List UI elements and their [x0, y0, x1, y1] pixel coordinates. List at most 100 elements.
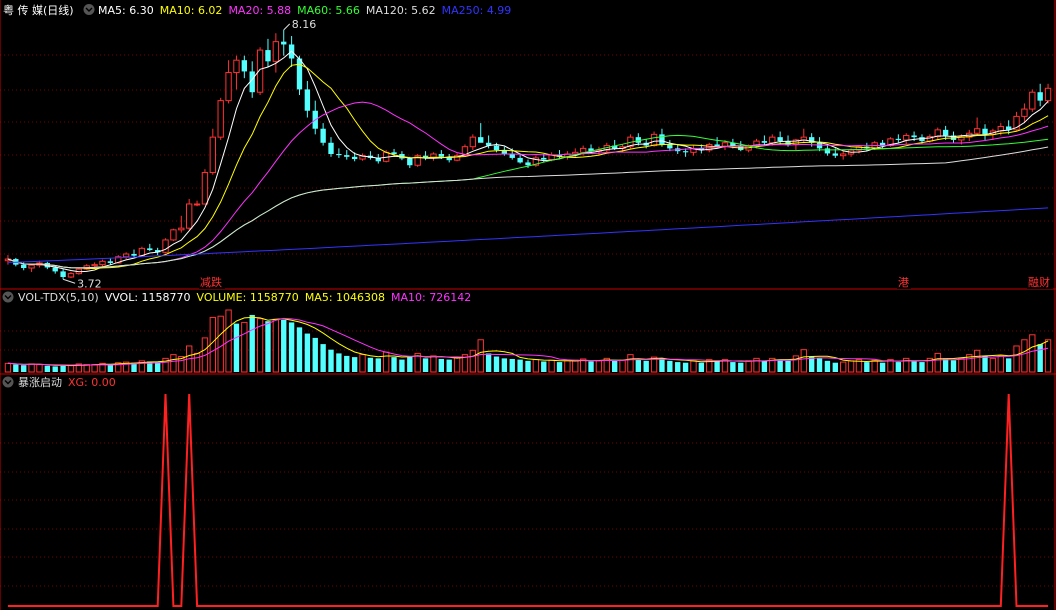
volume-bar[interactable] — [60, 365, 66, 372]
volume-bar[interactable] — [382, 351, 390, 373]
volume-bar[interactable] — [21, 365, 27, 372]
candlestick[interactable] — [532, 155, 540, 167]
candlestick[interactable] — [336, 148, 342, 158]
candlestick[interactable] — [777, 131, 783, 145]
candlestick[interactable] — [667, 139, 673, 152]
volume-bar[interactable] — [107, 364, 114, 372]
volume-bar[interactable] — [1029, 334, 1036, 373]
candlestick[interactable] — [659, 128, 665, 147]
volume-bar[interactable] — [895, 362, 902, 372]
volume-bar[interactable] — [281, 319, 287, 372]
candlestick[interactable] — [147, 243, 153, 252]
candlestick[interactable] — [312, 100, 318, 135]
candlestick[interactable] — [241, 55, 248, 79]
volume-bar[interactable] — [525, 360, 531, 372]
volume-bar[interactable] — [154, 362, 161, 372]
event-tag[interactable]: 减跌 — [199, 274, 225, 289]
candlestick[interactable] — [982, 124, 988, 140]
volume-bar[interactable] — [52, 366, 58, 372]
volume-bar[interactable] — [627, 354, 634, 373]
volume-bar[interactable] — [698, 362, 705, 372]
volume-bar[interactable] — [517, 359, 523, 372]
volume-bar[interactable] — [572, 359, 579, 373]
candlestick[interactable] — [840, 151, 847, 160]
candlestick[interactable] — [209, 128, 216, 175]
volume-bar[interactable] — [170, 354, 177, 373]
candlestick[interactable] — [761, 135, 768, 146]
volume-bar[interactable] — [619, 359, 626, 373]
event-tag[interactable]: 港 — [897, 274, 911, 289]
candlestick[interactable] — [895, 134, 902, 143]
volume-bar[interactable] — [989, 357, 997, 373]
event-tag[interactable]: 融财 — [1027, 274, 1053, 289]
candlestick[interactable] — [67, 271, 75, 279]
volume-bar[interactable] — [816, 358, 823, 372]
volume-bar[interactable] — [344, 355, 350, 372]
candlestick[interactable] — [934, 127, 941, 140]
volume-bar[interactable] — [738, 362, 744, 372]
volume-bar[interactable] — [1005, 358, 1012, 372]
candlestick[interactable] — [217, 97, 224, 140]
volume-bar[interactable] — [422, 358, 429, 372]
candlestick[interactable] — [162, 238, 169, 254]
volume-bar[interactable] — [485, 353, 492, 372]
candlestick[interactable] — [107, 257, 114, 265]
volume-bar[interactable] — [934, 352, 941, 373]
volume-bar[interactable] — [958, 357, 965, 373]
candlestick[interactable] — [1029, 89, 1036, 112]
volume-panel[interactable] — [4, 309, 1052, 373]
candlestick[interactable] — [28, 263, 35, 272]
settings-toggle-icon[interactable] — [83, 4, 95, 15]
volume-bar[interactable] — [493, 356, 500, 373]
volume-bar[interactable] — [296, 327, 303, 372]
volume-bar[interactable] — [367, 357, 374, 372]
candlestick[interactable] — [320, 123, 326, 146]
volume-bar[interactable] — [509, 358, 515, 372]
candlestick[interactable] — [903, 133, 910, 145]
price-panel[interactable] — [4, 23, 1052, 284]
volume-bar[interactable] — [864, 362, 870, 372]
volume-bar[interactable] — [91, 364, 98, 373]
volume-bar[interactable] — [469, 349, 477, 373]
volume-bar[interactable] — [997, 355, 1004, 373]
candlestick[interactable] — [99, 259, 106, 267]
volume-bar[interactable] — [288, 322, 295, 372]
volume-bar[interactable] — [209, 316, 216, 373]
candlestick[interactable] — [185, 198, 193, 230]
volume-bar[interactable] — [320, 344, 326, 372]
candlestick[interactable] — [328, 137, 334, 157]
candlestick[interactable] — [430, 152, 437, 161]
volume-bar[interactable] — [911, 361, 917, 372]
volume-bar[interactable] — [193, 352, 201, 373]
volume-bar[interactable] — [777, 359, 783, 372]
volume-bar[interactable] — [359, 354, 366, 373]
volume-bar[interactable] — [785, 360, 791, 372]
volume-bar[interactable] — [28, 363, 35, 373]
volume-bar[interactable] — [973, 349, 981, 373]
volume-bar[interactable] — [438, 358, 445, 372]
volume-bar[interactable] — [399, 359, 405, 372]
volume-bar[interactable] — [950, 360, 957, 372]
volume-bar[interactable] — [328, 349, 334, 372]
volume-bar[interactable] — [643, 360, 649, 372]
candlestick[interactable] — [131, 249, 137, 257]
volume-bar[interactable] — [730, 362, 736, 372]
volume-settings-icon[interactable] — [2, 291, 14, 303]
volume-bar[interactable] — [67, 364, 75, 373]
volume-bar[interactable] — [871, 359, 878, 373]
candlestick[interactable] — [281, 29, 287, 56]
volume-bar[interactable] — [4, 362, 12, 373]
volume-bar[interactable] — [304, 333, 311, 372]
volume-bar[interactable] — [667, 360, 673, 372]
candlestick[interactable] — [170, 228, 177, 242]
candlestick[interactable] — [564, 151, 571, 160]
volume-bar[interactable] — [714, 360, 720, 372]
candlestick[interactable] — [478, 123, 484, 143]
indicator-settings-icon[interactable] — [2, 376, 14, 388]
candlestick[interactable] — [1044, 83, 1052, 104]
volume-bar[interactable] — [847, 360, 855, 373]
volume-bar[interactable] — [44, 365, 51, 372]
candlestick[interactable] — [422, 151, 429, 161]
volume-bar[interactable] — [36, 364, 43, 373]
volume-bar[interactable] — [1013, 345, 1020, 373]
